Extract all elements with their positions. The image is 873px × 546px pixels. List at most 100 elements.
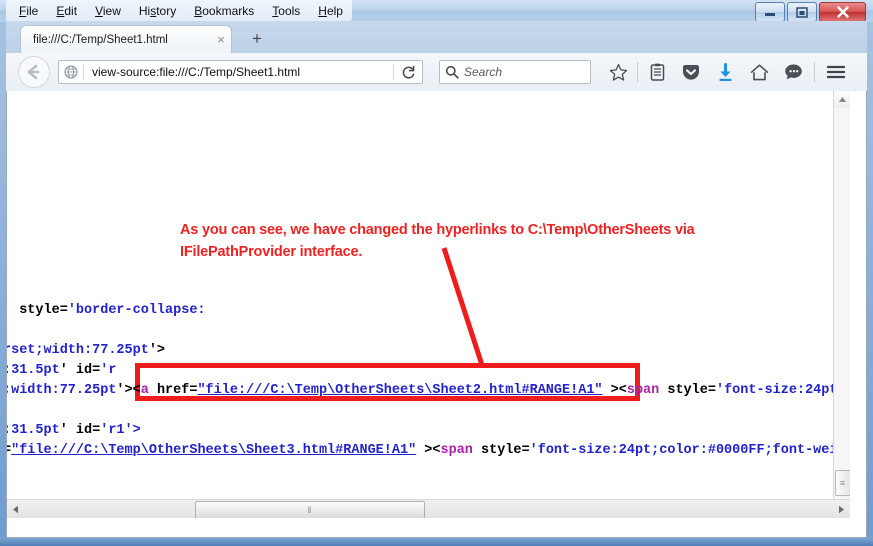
vertical-scrollbar[interactable]: ≡ [833, 91, 850, 518]
reader-icon [649, 63, 666, 82]
reload-icon [401, 65, 416, 80]
menu-item-tools[interactable]: Tools [263, 1, 309, 21]
search-input[interactable]: Search [464, 65, 590, 79]
annotation-line-2: IFilePathProvider interface. [180, 241, 840, 263]
toolbar-divider [637, 62, 638, 82]
source-token: span [441, 443, 473, 458]
annotation-text: As you can see, we have changed the hype… [180, 219, 840, 263]
source-token: href= [149, 383, 198, 398]
back-button[interactable] [18, 56, 50, 88]
source-token: :31.5pt [7, 363, 60, 378]
source-token: 'font-size:24pt;color:#0000FF;font-weigh [530, 443, 850, 458]
source-line: :31.5pt' id='r [7, 361, 850, 381]
close-icon [836, 6, 850, 18]
hamburger-menu-icon [826, 64, 846, 80]
back-arrow-icon [25, 64, 43, 80]
menu-bar: File Edit View History Bookmarks Tools H… [6, 0, 352, 21]
source-token: ;width:77.25pt [7, 383, 116, 398]
source-code: style='border-collapse: rset;width:77.25… [7, 301, 850, 461]
source-line: style='border-collapse: [7, 301, 850, 321]
close-button[interactable] [819, 2, 866, 22]
maximize-button[interactable] [787, 2, 817, 22]
restore-icon [796, 7, 808, 18]
source-token: 'border-collapse: [68, 303, 206, 318]
window-frame-right [867, 0, 873, 546]
tab-close-icon[interactable]: × [211, 33, 231, 46]
menu-item-bookmarks[interactable]: Bookmarks [185, 1, 263, 21]
source-token: span [627, 383, 659, 398]
source-token: style= [7, 303, 68, 318]
source-token: :31.5pt [7, 423, 60, 438]
downloads-button[interactable] [708, 57, 742, 87]
horizontal-thumb-grip: ‖ [308, 505, 313, 515]
home-button[interactable] [742, 57, 776, 87]
source-token: >< [416, 443, 440, 458]
source-token: style= [659, 383, 716, 398]
source-line: rset;width:77.25pt'> [7, 341, 850, 361]
download-icon [717, 63, 734, 82]
source-viewport: As you can see, we have changed the hype… [7, 91, 850, 518]
source-token: 'r [100, 363, 116, 378]
menu-item-file[interactable]: File [10, 1, 47, 21]
source-line: ;width:77.25pt'><a href="file:///C:\Temp… [7, 381, 850, 401]
address-bar[interactable]: view-source:file:///C:/Temp/Sheet1.html [58, 60, 423, 84]
source-token: ' id= [60, 423, 101, 438]
tab-strip: file:///C:/Temp/Sheet1.html × + [6, 21, 867, 54]
source-token: 'font-size:24pt; [716, 383, 846, 398]
scroll-left-button[interactable] [7, 500, 24, 518]
pocket-button[interactable] [674, 57, 708, 87]
vertical-scrollbar-thumb[interactable]: ≡ [835, 470, 850, 496]
bookmark-star-button[interactable] [601, 57, 635, 87]
minimize-icon [764, 7, 776, 17]
globe-icon [59, 65, 83, 79]
source-line: :31.5pt' id='r1'> [7, 421, 850, 441]
source-token: >< [603, 383, 627, 398]
source-line [7, 321, 850, 341]
new-tab-button[interactable]: + [246, 29, 268, 49]
caret-right-icon [838, 505, 845, 514]
scroll-right-button[interactable] [833, 500, 850, 518]
menu-button[interactable] [819, 57, 853, 87]
source-token: 'r1'> [100, 423, 141, 438]
navigation-toolbar: view-source:file:///C:/Temp/Sheet1.html … [6, 53, 867, 92]
reload-button[interactable] [393, 65, 422, 80]
source-hyperlink[interactable]: "file:///C:\Temp\OtherSheets\Sheet2.html… [197, 383, 602, 398]
source-token: '>< [116, 383, 140, 398]
search-icon [440, 65, 464, 79]
address-bar-text[interactable]: view-source:file:///C:/Temp/Sheet1.html [84, 65, 393, 79]
source-token: rset;width:77.25pt [7, 343, 149, 358]
source-hyperlink[interactable]: "file:///C:\Temp\OtherSheets\Sheet3.html… [11, 443, 416, 458]
tab-sheet1[interactable]: file:///C:/Temp/Sheet1.html × [20, 25, 232, 53]
window-frame-bottom [0, 538, 873, 546]
menu-item-view[interactable]: View [86, 1, 130, 21]
toolbar-divider-2 [814, 62, 815, 82]
annotation-line-1: As you can see, we have changed the hype… [180, 219, 840, 241]
horizontal-scrollbar[interactable]: ‖ [7, 499, 850, 518]
sync-chat-button[interactable] [776, 57, 810, 87]
star-icon [609, 63, 628, 82]
browser-window: File Edit View History Bookmarks Tools H… [0, 0, 873, 546]
vertical-thumb-grip: ≡ [840, 478, 846, 488]
page-content: As you can see, we have changed the hype… [6, 91, 867, 538]
minimize-button[interactable] [755, 2, 785, 22]
reader-list-button[interactable] [640, 57, 674, 87]
search-box[interactable]: Search [439, 60, 591, 84]
menu-item-edit[interactable]: Edit [47, 1, 86, 21]
source-token: style= [473, 443, 530, 458]
title-bar: File Edit View History Bookmarks Tools H… [0, 0, 873, 22]
browser-chrome: file:///C:/Temp/Sheet1.html × + [6, 21, 867, 538]
source-token: a [141, 383, 149, 398]
horizontal-scrollbar-thumb[interactable]: ‖ [195, 501, 425, 518]
sync-chat-icon [784, 63, 803, 81]
menu-item-help[interactable]: Help [309, 1, 352, 21]
pocket-icon [681, 63, 701, 82]
menu-item-history[interactable]: History [130, 1, 185, 21]
source-line: ="file:///C:\Temp\OtherSheets\Sheet3.htm… [7, 441, 850, 461]
source-line [7, 401, 850, 421]
caret-up-icon [838, 96, 847, 103]
home-icon [750, 63, 769, 82]
source-token: ' id= [60, 363, 101, 378]
scroll-up-button[interactable] [834, 91, 850, 108]
window-controls [755, 2, 866, 22]
source-token: '> [149, 343, 165, 358]
